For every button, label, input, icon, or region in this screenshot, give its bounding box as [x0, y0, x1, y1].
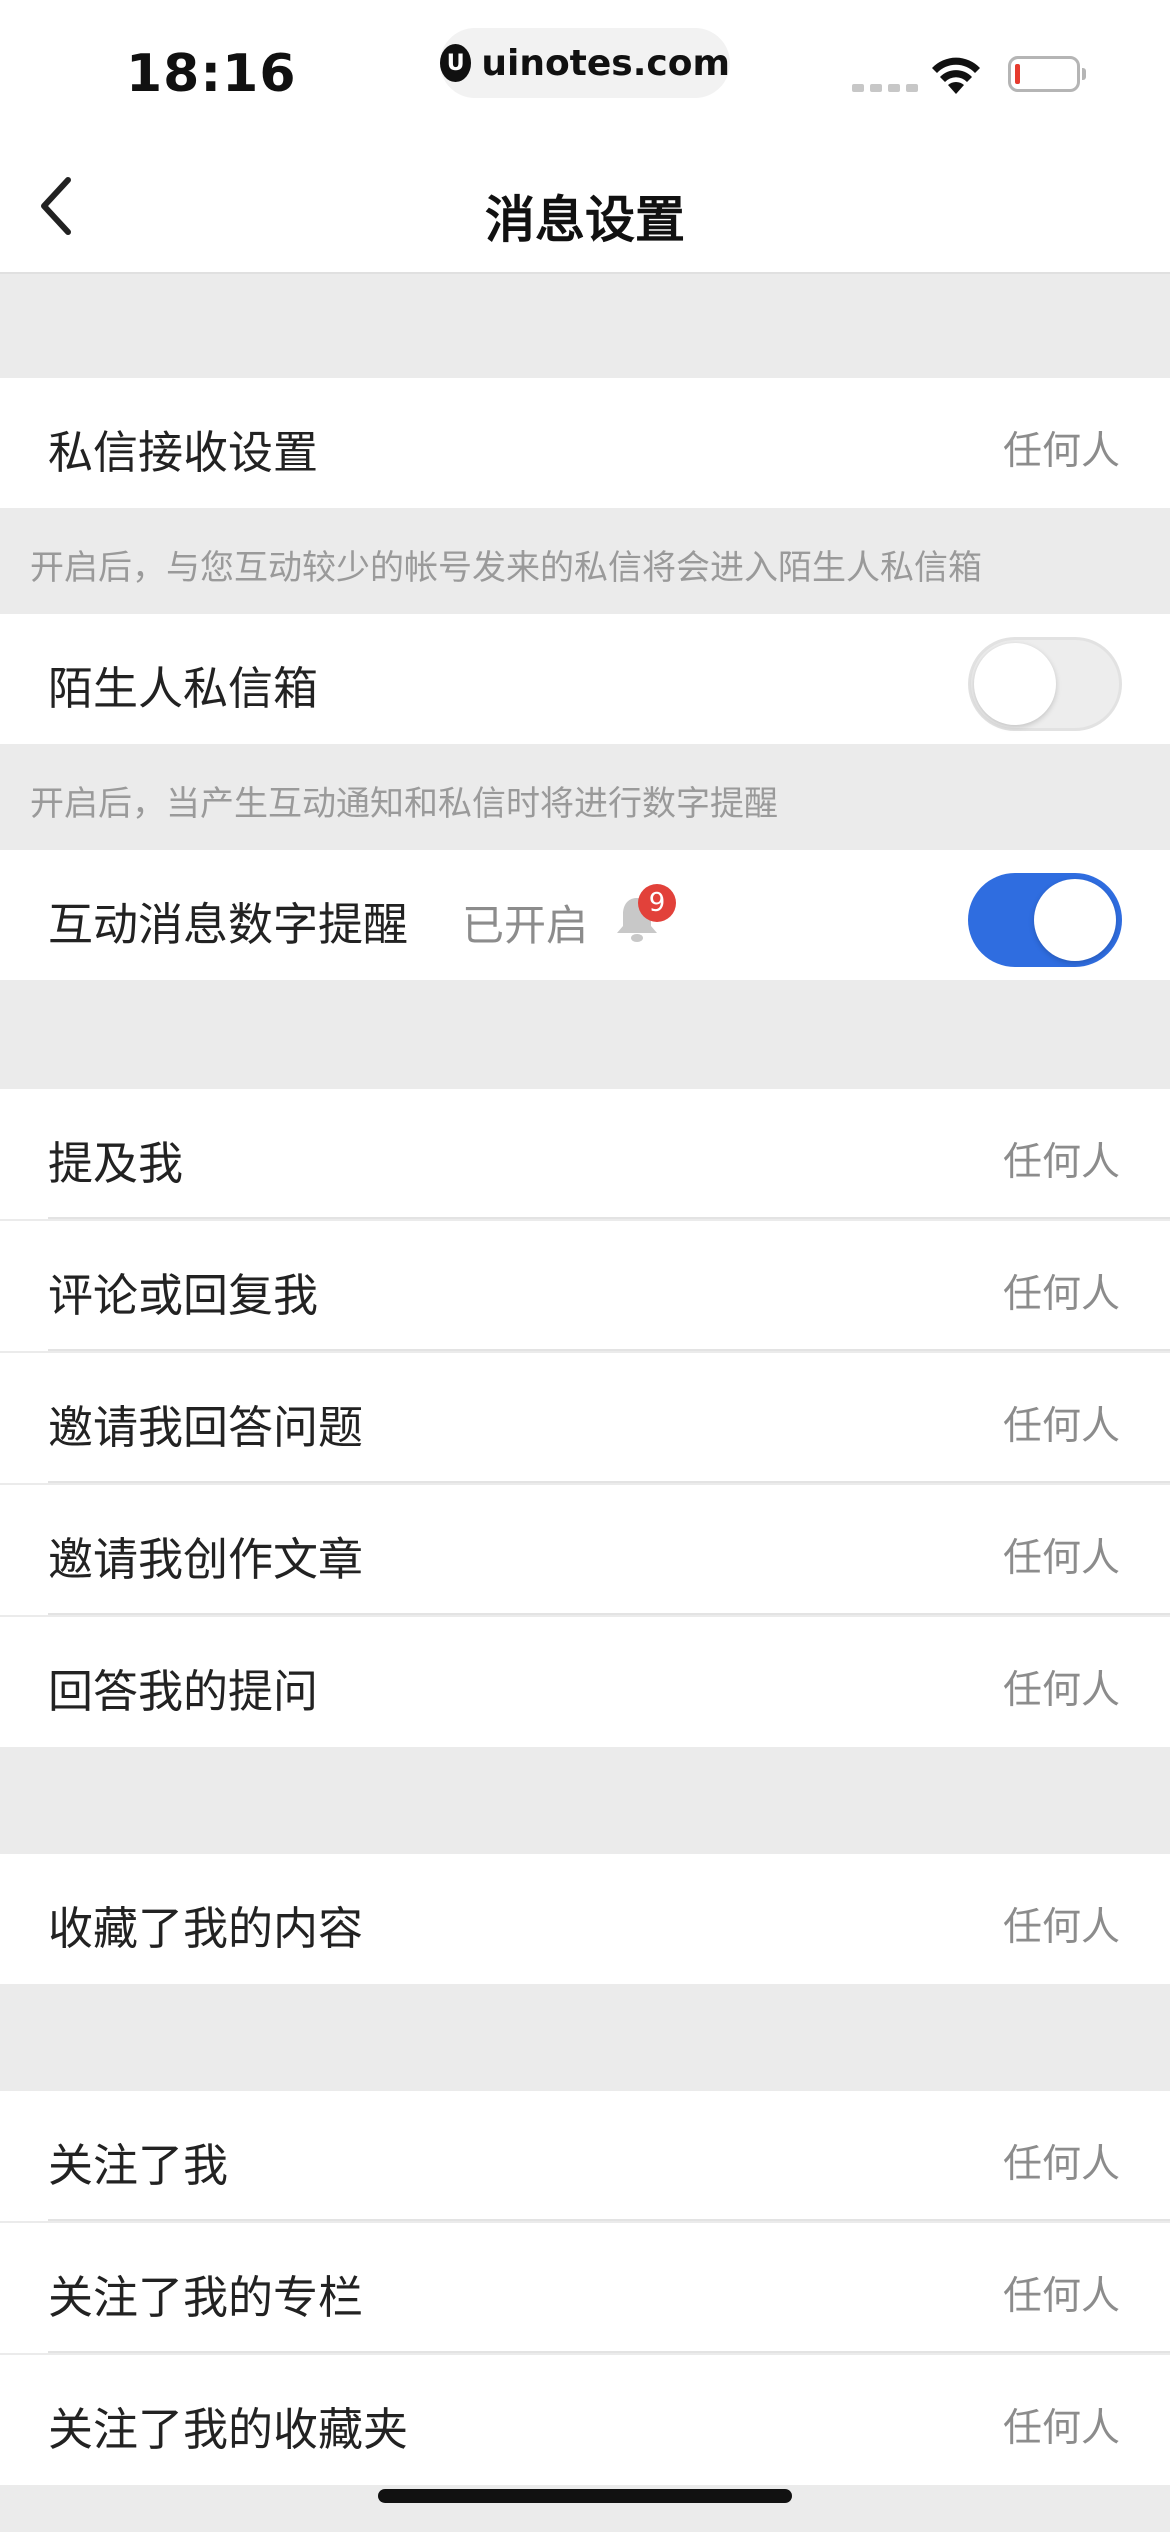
- row-label: 提及我: [48, 1137, 184, 1190]
- row-label: 互动消息数字提醒: [48, 898, 409, 951]
- list-item[interactable]: 关注了我的专栏 任何人: [0, 2223, 1170, 2353]
- list-item[interactable]: 邀请我创作文章 任何人: [0, 1485, 1170, 1615]
- home-indicator: [378, 2489, 792, 2503]
- row-value: 任何人: [1002, 1905, 1120, 1950]
- stranger-hint: 开启后，与您互动较少的帐号发来的私信将会进入陌生人私信箱: [30, 548, 982, 588]
- stranger-inbox-toggle[interactable]: [968, 637, 1122, 731]
- row-label: 评论或回复我: [48, 1269, 319, 1322]
- row-value: 任何人: [1002, 1536, 1120, 1581]
- divider: [48, 1217, 1170, 1219]
- row-value: 任何人: [1002, 1272, 1120, 1317]
- list-item[interactable]: 回答我的提问 任何人: [0, 1617, 1170, 1747]
- row-value: 任何人: [1002, 2142, 1120, 2187]
- row-label: 关注了我的收藏夹: [48, 2403, 409, 2456]
- row-label: 关注了我的专栏: [48, 2271, 364, 2324]
- status-bar: 18:16 U uinotes.com: [0, 0, 1170, 140]
- divider: [48, 2219, 1170, 2221]
- nav-bar: 消息设置: [0, 140, 1170, 274]
- divider: [48, 1613, 1170, 1615]
- list-item[interactable]: 收藏了我的内容 任何人: [0, 1854, 1170, 1984]
- list-item[interactable]: 评论或回复我 任何人: [0, 1221, 1170, 1351]
- list-item[interactable]: 提及我 任何人: [0, 1089, 1170, 1219]
- divider: [48, 1349, 1170, 1351]
- reminder-hint: 开启后，当产生互动通知和私信时将进行数字提醒: [30, 784, 778, 824]
- divider: [48, 1481, 1170, 1483]
- row-value: 任何人: [1002, 1404, 1120, 1449]
- stranger-inbox-row: 陌生人私信箱: [0, 614, 1170, 744]
- list-item[interactable]: 邀请我回答问题 任何人: [0, 1353, 1170, 1483]
- row-label: 收藏了我的内容: [48, 1902, 364, 1955]
- url-pill[interactable]: U uinotes.com: [440, 28, 730, 98]
- battery-icon: [1008, 56, 1086, 92]
- row-label: 回答我的提问: [48, 1665, 319, 1718]
- row-value: 任何人: [1002, 2406, 1120, 2451]
- reminder-status: 已开启: [462, 901, 589, 950]
- row-label: 私信接收设置: [48, 426, 319, 479]
- toggle-knob: [1034, 879, 1116, 961]
- wifi-icon: [932, 57, 980, 94]
- toggle-knob: [974, 643, 1056, 725]
- notification-badge: 9: [638, 884, 676, 922]
- row-label: 邀请我回答问题: [48, 1401, 364, 1454]
- row-value: 任何人: [1002, 429, 1120, 474]
- cellular-signal-icon: [852, 84, 918, 92]
- interaction-reminder-row: 互动消息数字提醒 已开启: [0, 850, 1170, 980]
- list-item[interactable]: 关注了我 任何人: [0, 2091, 1170, 2221]
- status-time: 18:16: [126, 44, 297, 104]
- list-item[interactable]: 关注了我的收藏夹 任何人: [0, 2355, 1170, 2485]
- page-title: 消息设置: [485, 191, 685, 249]
- row-label: 邀请我创作文章: [48, 1533, 364, 1586]
- row-label: 关注了我: [48, 2139, 229, 2192]
- row-value: 任何人: [1002, 1668, 1120, 1713]
- row-value: 任何人: [1002, 2274, 1120, 2319]
- divider: [48, 2351, 1170, 2353]
- site-logo-icon: U: [440, 44, 472, 82]
- interaction-reminder-toggle[interactable]: [968, 873, 1122, 967]
- url-text: uinotes.com: [481, 42, 730, 84]
- dm-settings-row[interactable]: 私信接收设置 任何人: [0, 378, 1170, 508]
- row-label: 陌生人私信箱: [48, 662, 319, 715]
- row-value: 任何人: [1002, 1140, 1120, 1185]
